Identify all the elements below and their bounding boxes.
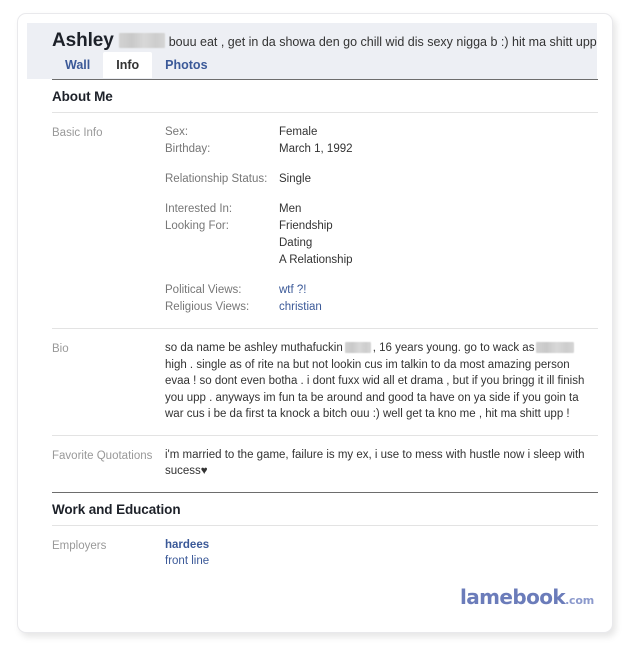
row-bio: Bio so da name be ashley muthafuckin , 16… <box>52 328 598 435</box>
bio-text-part-2: , 16 years young. go to wack as <box>372 342 535 354</box>
employer-name[interactable]: hardees <box>165 537 598 553</box>
row-basic-info: Basic Info Sex: Female Birthday: March 1… <box>52 112 598 328</box>
field-label-religious-views: Religious Views: <box>165 301 250 313</box>
field-value-relationship-status: Single <box>279 173 311 185</box>
watermark-tld: .com <box>565 594 594 607</box>
screenshot-root: Ashley bouu eat , get in da showa den go … <box>0 0 630 651</box>
field-interested-in: Interested In: Men <box>165 201 598 218</box>
field-label-birthday: Birthday: <box>165 143 211 155</box>
field-birthday: Birthday: March 1, 1992 <box>165 141 598 158</box>
bio-redaction-box-1 <box>344 342 371 354</box>
field-value-birthday: March 1, 1992 <box>279 143 353 155</box>
basic-info-group-identity: Sex: Female Birthday: March 1, 1992 <box>165 124 598 158</box>
name-redaction-box <box>118 33 165 49</box>
basic-info-pairs: Sex: Female Birthday: March 1, 1992 Rela… <box>165 124 598 316</box>
profile-status-text: bouu eat , get in da showa den go chill … <box>168 35 597 49</box>
profile-content: About Me Basic Info Sex: Female Birthday… <box>18 79 612 581</box>
field-looking-for: Looking For: Friendship <box>165 218 598 235</box>
section-heading-about-me: About Me <box>52 79 598 112</box>
tab-info[interactable]: Info <box>103 52 153 78</box>
employer-role[interactable]: front line <box>165 553 598 569</box>
row-value-employers: hardees front line <box>165 537 598 569</box>
content-inner: About Me Basic Info Sex: Female Birthday… <box>52 79 598 581</box>
bio-text-part-3: high . single as of rite na but not look… <box>165 358 585 421</box>
basic-info-group-relationship: Relationship Status: Single <box>165 171 598 188</box>
profile-tabs: Wall Info Photos <box>52 52 221 78</box>
field-religious-views: Religious Views: christian <box>165 299 598 316</box>
field-relationship-status: Relationship Status: Single <box>165 171 598 188</box>
basic-info-group-views: Political Views: wtf ?! Religious Views:… <box>165 282 598 316</box>
row-label-basic-info: Basic Info <box>52 127 103 139</box>
basic-info-group-looking-for: Interested In: Men Looking For: Friendsh… <box>165 201 598 269</box>
field-value-political-views[interactable]: wtf ?! <box>279 282 306 299</box>
row-favorite-quotations: Favorite Quotations i'm married to the g… <box>52 434 598 492</box>
watermark-wordmark: lamebook <box>460 585 566 609</box>
row-value-basic-info: Sex: Female Birthday: March 1, 1992 Rela… <box>165 124 598 316</box>
field-label-political-views: Political Views: <box>165 284 242 296</box>
row-value-favorite-quotations: i'm married to the game, failure is my e… <box>165 447 598 480</box>
field-political-views: Political Views: wtf ?! <box>165 282 598 299</box>
field-value-sex: Female <box>279 126 318 138</box>
name-and-status-line: Ashley bouu eat , get in da showa den go … <box>52 30 597 53</box>
profile-header: Ashley bouu eat , get in da showa den go … <box>27 23 597 79</box>
field-value-looking-for: Friendship <box>279 220 333 232</box>
profile-card: Ashley bouu eat , get in da showa den go … <box>17 13 613 633</box>
field-value-looking-for-relationship: A Relationship <box>279 254 353 266</box>
field-label-looking-for: Looking For: <box>165 220 229 232</box>
bio-text-part-1: so da name be ashley muthafuckin <box>165 342 343 354</box>
heart-icon: ♥ <box>200 465 208 477</box>
lamebook-watermark: lamebook.com <box>460 587 594 608</box>
row-employers: Employers hardees front line <box>52 524 598 581</box>
field-sex: Sex: Female <box>165 124 598 141</box>
field-label-sex: Sex: <box>165 126 189 138</box>
row-label-bio: Bio <box>52 343 69 355</box>
bio-redaction-box-2 <box>536 342 575 354</box>
favorite-quotations-text: i'm married to the game, failure is my e… <box>165 448 585 478</box>
section-heading-work-and-education: Work and Education <box>52 491 598 525</box>
field-value-religious-views[interactable]: christian <box>279 299 322 316</box>
tab-wall[interactable]: Wall <box>52 52 103 78</box>
profile-name[interactable]: Ashley <box>52 30 114 51</box>
field-value-interested-in: Men <box>279 203 302 215</box>
row-value-bio: so da name be ashley muthafuckin , 16 yea… <box>165 340 595 423</box>
tab-photos[interactable]: Photos <box>152 52 220 78</box>
row-label-employers: Employers <box>52 539 107 552</box>
field-label-relationship-status: Relationship Status: <box>165 173 268 185</box>
field-value-looking-for-dating: Dating <box>279 237 313 249</box>
row-label-favorite-quotations: Favorite Quotations <box>52 449 153 462</box>
field-label-interested-in: Interested In: <box>165 203 233 215</box>
